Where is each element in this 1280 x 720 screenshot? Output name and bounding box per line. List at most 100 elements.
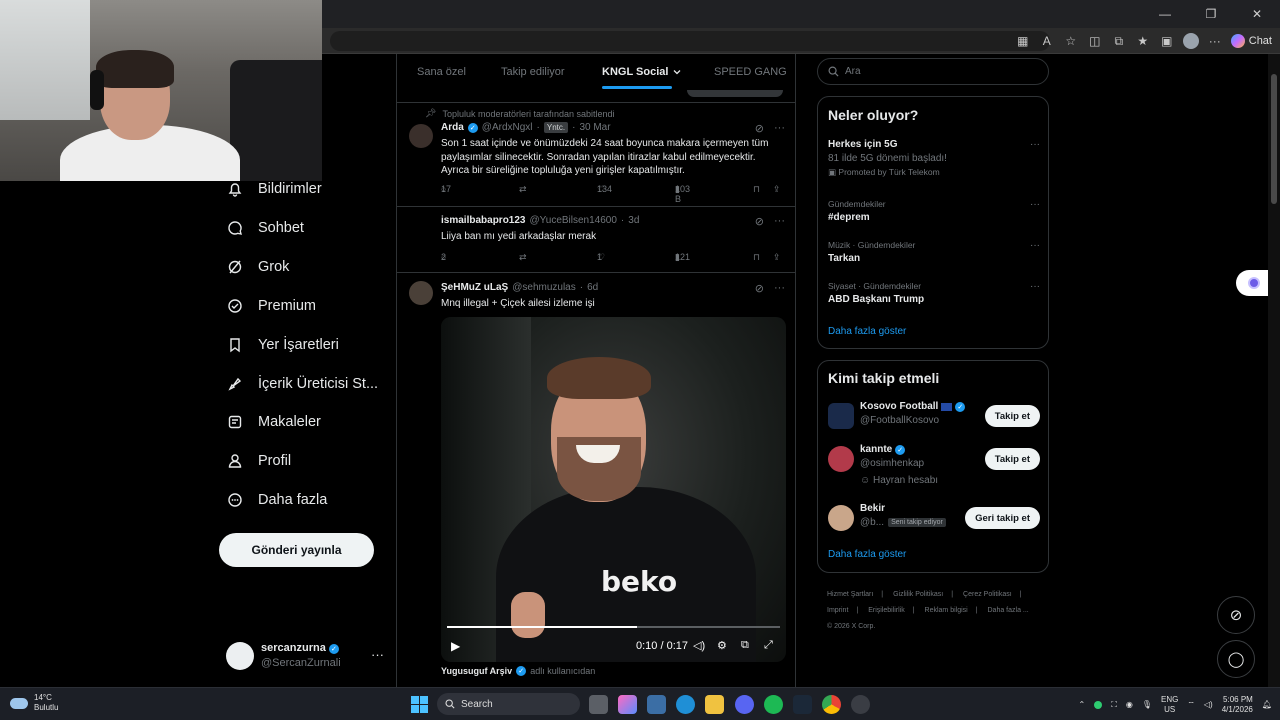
video-player[interactable]: beko ▶ 0:10 / 0:17 ◁) ⚙ ⧉ ⤢ [441, 317, 786, 662]
task-view-icon[interactable] [589, 695, 608, 714]
fullscreen-icon[interactable]: ⤢ [764, 639, 773, 652]
menu-dots-icon[interactable]: ··· [1207, 33, 1223, 49]
author-handle[interactable]: @YuceBilsen14600 [529, 215, 616, 226]
close-button[interactable]: ✕ [1234, 0, 1280, 28]
footer-link-accessibility[interactable]: Erişilebilirlik [868, 607, 905, 614]
follow-suggestion[interactable]: Bekir @b... Seni takip ediyor Geri takip… [828, 503, 1040, 543]
tab-speed-gang[interactable]: SPEED GANG [714, 54, 787, 90]
nav-item-bookmarks[interactable]: Yer İşaretleri [226, 330, 339, 360]
next-tweet-preview[interactable]: Yugusuguf Arşiv ✓ adlı kullanıcıdan [441, 666, 595, 676]
tweet-date[interactable]: 30 Mar [579, 122, 610, 133]
footer-link-more[interactable]: Daha fazla ... [988, 607, 1029, 614]
tab-following[interactable]: Takip ediliyor [501, 54, 565, 90]
mic-icon[interactable]: 🎙︎ [1142, 700, 1152, 709]
author-name[interactable]: ismailbabapro123 [441, 215, 525, 226]
more-icon[interactable]: ··· [774, 122, 785, 135]
follow-suggestion[interactable]: Kosovo Football ✓ @FootballKosovo Takip … [828, 401, 1040, 441]
more-icon[interactable]: ··· [1030, 281, 1040, 292]
collections-icon[interactable]: ▣ [1159, 33, 1175, 49]
grok-fab-button[interactable]: ⊘ [1217, 596, 1255, 634]
profile-avatar[interactable] [1182, 33, 1199, 49]
copilot-side-button[interactable] [1236, 270, 1272, 296]
windows-start-icon[interactable] [411, 696, 428, 713]
avatar[interactable] [409, 124, 433, 148]
settings-gear-icon[interactable]: ⚙ [717, 639, 727, 652]
more-icon[interactable]: ··· [774, 282, 785, 295]
favorites-icon[interactable]: ★ [1135, 33, 1151, 49]
volume-icon[interactable]: ◁) [693, 639, 705, 652]
chevron-up-icon[interactable]: ⌃ [1079, 700, 1086, 709]
nav-item-premium[interactable]: Premium [226, 291, 316, 321]
picture-in-picture-icon[interactable]: ⧉ [741, 639, 749, 652]
copilot-chat-button[interactable]: Chat [1230, 34, 1272, 48]
author-handle[interactable]: @ArdxNgxl [482, 122, 533, 133]
tweet-date[interactable]: 3d [628, 215, 639, 226]
footer-link-privacy[interactable]: Gizlilik Politikası [893, 591, 943, 598]
follow-back-button[interactable]: Geri takip et [965, 507, 1040, 529]
footer-link-terms[interactable]: Hizmet Şartları [827, 591, 873, 598]
grok-icon[interactable]: ⊘ [755, 282, 764, 295]
tweet[interactable]: ismailbabapro123 @YuceBilsen14600 · 3d ⊘… [397, 207, 795, 271]
copilot-app-icon[interactable] [618, 695, 637, 714]
avatar[interactable] [409, 281, 433, 305]
more-icon[interactable]: ··· [1030, 199, 1040, 210]
store-icon[interactable] [647, 695, 666, 714]
tweet-pinned[interactable]: 📌︎ Topluluk moderatörleri tarafından sab… [397, 104, 795, 206]
discord-icon[interactable] [735, 695, 754, 714]
account-more-icon[interactable]: ··· [371, 647, 384, 662]
page-scrollbar[interactable] [1268, 54, 1280, 687]
footer-link-ads-info[interactable]: Reklam bilgisi [925, 607, 968, 614]
more-icon[interactable]: ··· [774, 215, 785, 228]
post-button[interactable]: Gönderi yayınla [219, 533, 374, 567]
nav-item-creator-studio[interactable]: İçerik Üreticisi St... [226, 369, 378, 399]
trend-item[interactable]: Herkes için 5G 81 ilde 5G dönemi başladı… [828, 139, 1040, 178]
steam-icon[interactable] [793, 695, 812, 714]
search-input[interactable]: Ara [817, 58, 1049, 85]
play-icon[interactable]: ▶ [451, 639, 460, 653]
address-bar[interactable] [330, 31, 1050, 51]
chrome-icon[interactable] [822, 695, 841, 714]
scroll-thumb[interactable] [1271, 74, 1277, 204]
split-screen-icon[interactable]: ⧉ [1111, 33, 1127, 49]
obs-icon[interactable] [851, 695, 870, 714]
grok-icon[interactable]: ⊘ [755, 122, 764, 135]
minimize-button[interactable]: — [1142, 0, 1188, 28]
follow-button[interactable]: Takip et [984, 448, 1040, 470]
footer-link-cookies[interactable]: Çerez Politikası [963, 591, 1012, 598]
video-progress-bar[interactable] [447, 626, 780, 628]
status-green-icon[interactable] [1094, 700, 1103, 709]
author-name[interactable]: ŞeHMuZ uLaŞ [441, 282, 508, 293]
messages-fab-button[interactable]: ◯ [1217, 640, 1255, 678]
notification-bell-icon[interactable]: 🔔︎ [1262, 700, 1272, 709]
steam-tray-icon[interactable]: ◉ [1126, 700, 1133, 709]
apps-icon[interactable]: ▦ [1015, 33, 1031, 49]
nav-item-chat[interactable]: Sohbet [226, 213, 304, 243]
tweet-date[interactable]: 6d [587, 282, 598, 293]
speaker-icon[interactable]: ◁) [1204, 700, 1213, 709]
show-more-link[interactable]: Daha fazla göster [828, 549, 906, 560]
author-name[interactable]: Arda [441, 122, 464, 133]
spotify-icon[interactable] [764, 695, 783, 714]
extensions-icon[interactable]: ◫ [1087, 33, 1103, 49]
nav-item-profile[interactable]: Profil [226, 446, 291, 476]
read-aloud-icon[interactable]: A [1039, 33, 1055, 49]
nav-item-more[interactable]: Daha fazla [226, 485, 327, 515]
more-icon[interactable]: ··· [1030, 139, 1040, 150]
tab-for-you[interactable]: Sana özel [417, 54, 466, 90]
restore-button[interactable]: ❐ [1188, 0, 1234, 28]
more-icon[interactable]: ··· [1030, 240, 1040, 251]
account-switcher[interactable]: sercanzurna ✓ @SercanZurnali ··· [226, 640, 386, 672]
weather-widget[interactable]: 14°C Bulutlu [10, 693, 58, 713]
trend-item[interactable]: Siyaset · Gündemdekiler ABD Başkanı Trum… [828, 281, 1040, 305]
network-share-icon[interactable]: ⛶ [1111, 700, 1117, 710]
favorite-star-icon[interactable]: ☆ [1063, 33, 1079, 49]
taskbar-search[interactable]: Search [437, 693, 580, 715]
trend-item[interactable]: Gündemdekiler #deprem ··· [828, 199, 1040, 223]
follow-button[interactable]: Takip et [984, 405, 1040, 427]
grok-icon[interactable]: ⊘ [755, 215, 764, 228]
footer-link-imprint[interactable]: Imprint [827, 607, 848, 614]
wifi-icon[interactable]: ⌔ [1187, 700, 1195, 710]
show-more-link[interactable]: Daha fazla göster [828, 326, 906, 337]
follow-suggestion[interactable]: kannte ✓ @osimhenkap ☺ Hayran hesabı Tak… [828, 444, 1040, 490]
language-indicator[interactable]: ENG US [1161, 695, 1178, 715]
